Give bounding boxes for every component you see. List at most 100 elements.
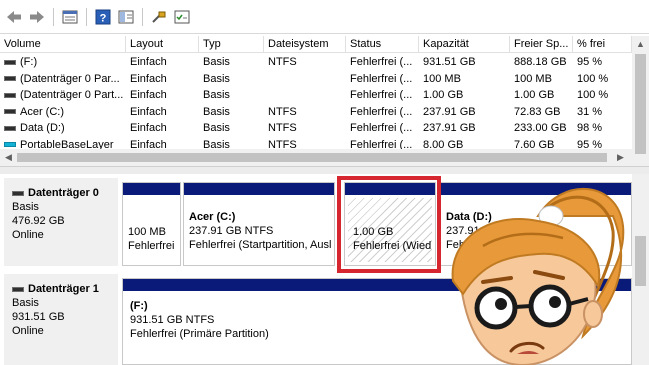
column-header-free-space[interactable]: Freier Sp... [510,36,573,53]
volume-row[interactable]: Data (D:) Einfach Basis NTFS Fehlerfrei … [0,120,632,137]
glasses-left [474,286,518,330]
properties-icon[interactable] [172,7,192,27]
column-header-type[interactable]: Typ [199,36,264,53]
volume-layout: Einfach [130,105,167,118]
volume-layout: Einfach [130,56,167,68]
volume-capacity: 1.00 GB [423,89,464,101]
scroll-up-icon[interactable]: ▲ [632,36,649,53]
partition-status: Fehlerfrei (Startpartition, Ausl [189,239,332,251]
partition-status: Fehlerfrei (Primäre Partition) [130,328,269,340]
disk-size: 476.92 GB [12,215,65,227]
volume-status: Fehlerfrei (... [350,89,413,101]
volume-status: Fehlerfrei (... [350,72,413,85]
volume-name: (F:) [20,56,38,68]
partition-title: Acer (C:) [189,211,236,223]
volume-percent-free: 100 % [577,89,609,101]
volume-type: Basis [203,56,230,68]
volume-percent-free: 100 % [577,72,609,85]
disk-icon [12,286,24,292]
toolbar-separator [53,7,54,26]
partition-size: 237.91 GB NTFS [189,225,274,237]
volume-capacity: 237.91 GB [423,105,476,118]
disk-map-icon[interactable] [149,7,169,27]
volume-percent-free: 98 % [577,122,603,134]
volume-status: Fehlerfrei (... [350,122,413,134]
scroll-right-icon[interactable]: ▶ [612,149,629,166]
volume-filesystem [264,71,346,87]
volume-list-horizontal-scrollbar[interactable]: ◀ ▶ [0,149,632,166]
partition-size: 931.51 GB NTFS [130,314,215,326]
disk-state: Online [12,325,44,337]
volume-list-vertical-scrollbar[interactable]: ▲ [632,36,649,166]
forward-arrow-icon[interactable] [27,7,47,27]
column-header-volume[interactable]: Volume [0,36,126,53]
volume-row[interactable]: (F:) Einfach Basis NTFS Fehlerfrei (... … [0,54,632,71]
toolbar-separator [142,7,143,26]
volume-name: Data (D:) [20,122,65,134]
scrollbar-thumb[interactable] [635,54,646,154]
volume-type: Basis [203,89,230,101]
console-icon[interactable] [116,7,136,27]
partition-size: 100 MB [128,226,166,238]
volume-status: Fehlerfrei (... [350,105,413,118]
partition-bar [184,183,334,195]
drive-icon [4,125,16,131]
scroll-left-icon[interactable]: ◀ [0,149,17,166]
disk-label-1[interactable]: Datenträger 1 Basis 931.51 GB Online [4,274,118,365]
drive-icon [4,109,16,115]
help-icon[interactable]: ? [93,7,113,27]
volume-free: 1.00 GB [514,89,555,101]
volume-filesystem: NTFS [268,105,297,118]
volume-layout: Einfach [130,122,167,134]
disk-name: Datenträger 0 [28,187,99,199]
volume-row[interactable]: (Datenträger 0 Part... Einfach Basis Feh… [0,87,632,104]
volume-percent-free: 95 % [577,56,603,68]
volume-capacity: 931.51 GB [423,56,476,68]
back-arrow-icon[interactable] [4,7,24,27]
volume-row[interactable]: Acer (C:) Einfach Basis NTFS Fehlerfrei … [0,104,632,121]
volume-name: (Datenträger 0 Part... [20,89,124,101]
volume-status: Fehlerfrei (... [350,56,413,68]
pane-splitter[interactable] [0,166,649,174]
volume-row[interactable]: (Datenträger 0 Par... Einfach Basis Fehl… [0,71,632,88]
disk-state: Online [12,229,44,241]
column-header-status[interactable]: Status [346,36,419,53]
volume-name: (Datenträger 0 Par... [20,72,120,85]
disk-size: 931.51 GB [12,311,65,323]
partition-recovery-100mb[interactable]: 100 MB Fehlerfrei [122,182,181,266]
scrollbar-thumb[interactable] [635,236,646,286]
drive-icon [4,92,16,98]
svg-text:?: ? [100,12,107,24]
disk-name: Datenträger 1 [28,283,99,295]
volume-free: 100 MB [514,72,552,85]
cartoon-avatar [451,187,625,365]
toolbar: ? [0,0,649,34]
volume-capacity: 237.91 GB [423,122,476,134]
volume-free: 888.18 GB [514,56,567,68]
partition-title: (F:) [130,300,148,312]
scrollbar-thumb[interactable] [17,153,607,162]
disk-type: Basis [12,201,39,213]
drive-cyan-icon [4,142,16,148]
glasses-right [528,284,572,328]
toolbar-separator [86,7,87,26]
highlight-box [337,176,441,273]
volume-filesystem: NTFS [268,56,297,68]
partition-status: Fehlerfrei [128,240,175,252]
disk-icon [12,190,24,196]
column-header-filesystem[interactable]: Dateisystem [264,36,346,53]
column-header-layout[interactable]: Layout [126,36,199,53]
partition-bar [123,183,180,195]
column-header-capacity[interactable]: Kapazität [419,36,510,53]
column-header-percent-free[interactable]: % frei [573,36,632,53]
volume-capacity: 100 MB [423,72,461,85]
volume-type: Basis [203,122,230,134]
partition-c[interactable]: Acer (C:) 237.91 GB NTFS Fehlerfrei (Sta… [183,182,335,266]
disk-label-0[interactable]: Datenträger 0 Basis 476.92 GB Online [4,178,118,266]
volume-free: 233.00 GB [514,122,567,134]
disk-map-vertical-scrollbar[interactable] [632,174,649,365]
volume-layout: Einfach [130,72,167,85]
volume-layout: Einfach [130,89,167,101]
disk-type: Basis [12,297,39,309]
volume-list-icon[interactable] [60,7,80,27]
